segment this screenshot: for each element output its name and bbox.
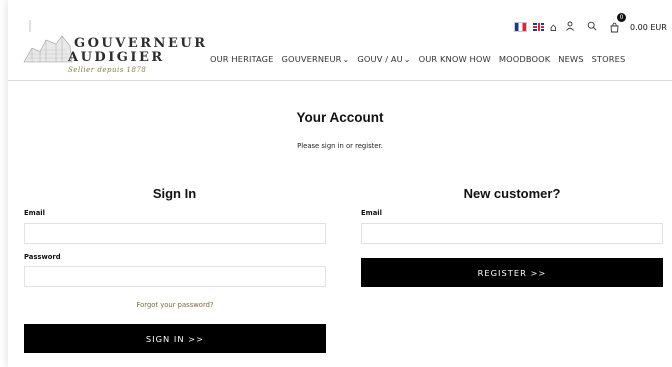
uk-flag-icon[interactable] (533, 23, 544, 31)
cart-total[interactable]: 0.00 EUR (630, 23, 667, 32)
cart-icon[interactable]: 0 (609, 12, 626, 37)
cart-count-badge: 0 (616, 12, 626, 22)
sign-in-button[interactable]: SIGN IN >> (24, 324, 326, 353)
nav-item-moodbook[interactable]: MOODBOOK (499, 54, 550, 64)
brand-line2: AUDIGIER (68, 50, 165, 65)
page-title: Your Account (296, 110, 384, 125)
password-input[interactable] (24, 266, 326, 287)
nav-item-our-know-how[interactable]: OUR KNOW HOW (419, 54, 491, 64)
register-email-label: Email (361, 209, 382, 217)
brand-logo[interactable]: GOUVERNEUR AUDIGIER Sellier depuis 1878 (22, 14, 205, 74)
register-email-input[interactable] (361, 223, 663, 244)
home-icon[interactable]: ⌂ (550, 22, 557, 33)
signin-email-input[interactable] (24, 223, 326, 244)
search-icon[interactable] (587, 21, 597, 33)
building-sketch-icon (23, 20, 73, 63)
nav-item-gouv-au[interactable]: GOUV / AU (357, 54, 410, 64)
user-icon[interactable] (565, 21, 575, 33)
nav-item-news[interactable]: NEWS (558, 54, 583, 64)
forgot-password-link[interactable]: Forgot your password? (24, 301, 326, 309)
main-nav: OUR HERITAGE GOUVERNEUR GOUV / AU OUR KN… (210, 54, 633, 64)
password-label: Password (24, 253, 61, 261)
register-title: New customer? (463, 186, 561, 201)
site-header: GOUVERNEUR AUDIGIER Sellier depuis 1878 … (8, 0, 672, 81)
nav-item-our-heritage[interactable]: OUR HERITAGE (210, 54, 274, 64)
brand-tagline: Sellier depuis 1878 (68, 66, 147, 74)
nav-item-gouverneur[interactable]: GOUVERNEUR (282, 54, 350, 64)
french-flag-icon[interactable] (514, 22, 527, 32)
brand-line1: GOUVERNEUR (74, 36, 208, 51)
page-subtitle: Please sign in or register. (297, 142, 383, 150)
signin-title: Sign In (152, 186, 197, 201)
nav-item-stores[interactable]: STORES (592, 54, 626, 64)
header-utilities: ⌂ 0 0.00 EUR (514, 12, 667, 37)
register-button[interactable]: REGISTER >> (361, 258, 663, 287)
signin-email-label: Email (24, 209, 45, 217)
page: GOUVERNEUR AUDIGIER Sellier depuis 1878 … (8, 0, 672, 367)
